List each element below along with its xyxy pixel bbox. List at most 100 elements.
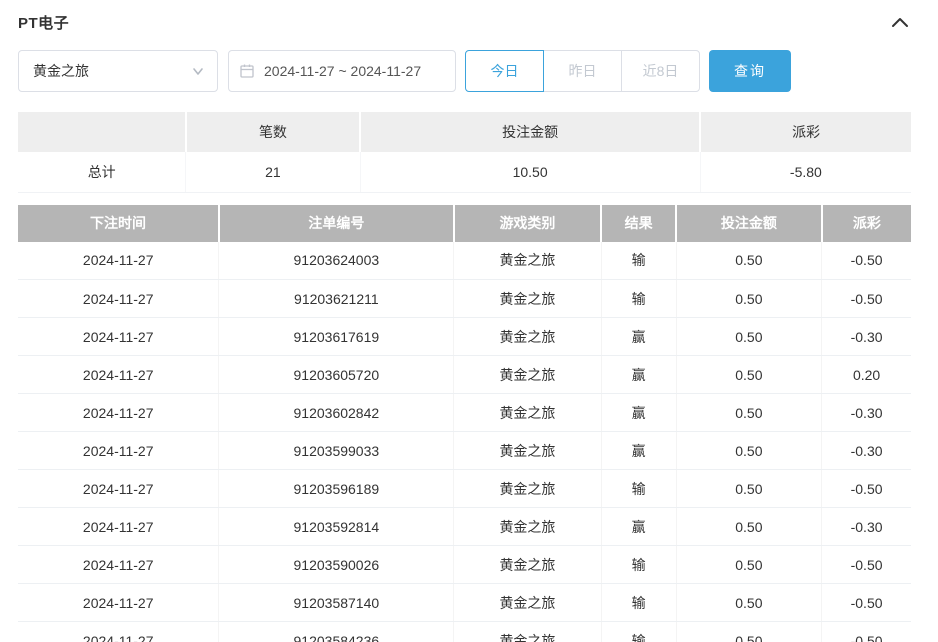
table-row: 2024-11-27 91203605720 黄金之旅赢 0.50 0.20	[18, 355, 911, 394]
table-row: 2024-11-27 91203590026 黄金之旅输 0.50 -0.50	[18, 545, 911, 584]
order-id-cell: 91203617619	[218, 317, 455, 356]
page-title: PT电子	[18, 14, 70, 32]
result-cell: 赢	[601, 355, 677, 394]
date-range-input[interactable]: 2024-11-27 ~ 2024-11-27	[228, 50, 456, 92]
game-type-cell: 黄金之旅	[453, 545, 602, 584]
summary-header-payout: 派彩	[700, 112, 911, 152]
order-id-cell: 91203605720	[218, 355, 455, 394]
bet-table-body: 2024-11-27 91203624003 黄金之旅输 0.50 -0.50 2024-…	[18, 241, 911, 642]
game-type-cell: 黄金之旅	[453, 279, 602, 318]
bet-time-cell: 2024-11-27	[18, 583, 220, 622]
game-type-cell: 黄金之旅	[453, 583, 602, 622]
table-row: 2024-11-27 91203602842 黄金之旅赢 0.50 -0.30	[18, 393, 911, 432]
result-cell: 赢	[601, 393, 677, 432]
bet-amount-cell: 0.50	[676, 507, 823, 546]
pt-electronic-panel: PT电子 黄金之旅 2024-11-27 ~ 2024-11-27 今日 昨日 …	[0, 0, 938, 642]
last-8-days-button[interactable]: 近8日	[621, 50, 700, 92]
summary-total-count: 21	[185, 152, 361, 193]
table-row: 2024-11-27 91203599033 黄金之旅赢 0.50 -0.30	[18, 431, 911, 470]
header-game-type: 游戏类别	[453, 204, 603, 242]
payout-cell: -0.30	[821, 317, 911, 356]
order-id-cell: 91203621211	[218, 279, 455, 318]
game-type-cell: 黄金之旅	[453, 241, 602, 280]
header-payout: 派彩	[821, 204, 911, 242]
bet-amount-cell: 0.50	[676, 583, 823, 622]
bet-amount-cell: 0.50	[676, 431, 823, 470]
calendar-icon	[239, 63, 255, 79]
result-cell: 输	[601, 241, 677, 280]
game-type-cell: 黄金之旅	[453, 393, 602, 432]
payout-cell: -0.50	[821, 241, 911, 280]
game-type-cell: 黄金之旅	[453, 431, 602, 470]
bet-table-header-row: 下注时间 注单编号 游戏类别 结果 投注金额 派彩	[18, 204, 911, 242]
bet-time-cell: 2024-11-27	[18, 621, 220, 642]
game-select[interactable]: 黄金之旅	[18, 50, 218, 92]
bet-time-cell: 2024-11-27	[18, 507, 220, 546]
payout-cell: -0.30	[821, 393, 911, 432]
header-result: 结果	[601, 204, 678, 242]
table-row: 2024-11-27 91203596189 黄金之旅输 0.50 -0.50	[18, 469, 911, 508]
payout-cell: -0.30	[821, 507, 911, 546]
date-range-value: 2024-11-27 ~ 2024-11-27	[264, 63, 422, 79]
table-row: 2024-11-27 91203617619 黄金之旅赢 0.50 -0.30	[18, 317, 911, 356]
bet-amount-cell: 0.50	[676, 279, 823, 318]
summary-total-label: 总计	[18, 152, 187, 193]
summary-header-row: 笔数 投注金额 派彩	[18, 112, 911, 152]
result-cell: 输	[601, 621, 677, 642]
bet-time-cell: 2024-11-27	[18, 241, 220, 280]
game-type-cell: 黄金之旅	[453, 355, 602, 394]
bet-time-cell: 2024-11-27	[18, 279, 220, 318]
order-id-cell: 91203624003	[218, 241, 455, 280]
chevron-down-icon	[191, 64, 205, 78]
bet-amount-cell: 0.50	[676, 241, 823, 280]
summary-total-row: 总计 21 10.50 -5.80	[18, 152, 911, 193]
order-id-cell: 91203584236	[218, 621, 455, 642]
summary-table: 笔数 投注金额 派彩 总计 21 10.50 -5.80	[18, 112, 911, 193]
table-row: 2024-11-27 91203592814 黄金之旅赢 0.50 -0.30	[18, 507, 911, 546]
bet-time-cell: 2024-11-27	[18, 431, 220, 470]
today-button[interactable]: 今日	[465, 50, 544, 92]
order-id-cell: 91203599033	[218, 431, 455, 470]
chevron-up-icon	[891, 16, 909, 28]
game-type-cell: 黄金之旅	[453, 507, 602, 546]
header-bet-time: 下注时间	[18, 204, 220, 242]
bet-amount-cell: 0.50	[676, 545, 823, 584]
result-cell: 输	[601, 469, 677, 508]
result-cell: 输	[601, 279, 677, 318]
result-cell: 输	[601, 545, 677, 584]
yesterday-button[interactable]: 昨日	[543, 50, 622, 92]
header-bet-amount: 投注金额	[676, 204, 823, 242]
game-select-value: 黄金之旅	[33, 63, 89, 79]
result-cell: 赢	[601, 431, 677, 470]
panel-header: PT电子	[18, 8, 911, 36]
order-id-cell: 91203596189	[218, 469, 455, 508]
order-id-cell: 91203592814	[218, 507, 455, 546]
order-id-cell: 91203587140	[218, 583, 455, 622]
bet-amount-cell: 0.50	[676, 317, 823, 356]
payout-cell: -0.30	[821, 431, 911, 470]
result-cell: 赢	[601, 507, 677, 546]
bet-time-cell: 2024-11-27	[18, 355, 220, 394]
summary-header-bet-amount: 投注金额	[360, 112, 702, 152]
payout-cell: 0.20	[821, 355, 911, 394]
payout-cell: -0.50	[821, 469, 911, 508]
summary-total-bet-amount: 10.50	[360, 152, 701, 193]
bet-amount-cell: 0.50	[676, 393, 823, 432]
table-row: 2024-11-27 91203584236 黄金之旅输 0.50 -0.50	[18, 621, 911, 642]
order-id-cell: 91203602842	[218, 393, 455, 432]
payout-cell: -0.50	[821, 621, 911, 642]
collapse-button[interactable]	[889, 14, 911, 30]
search-button[interactable]: 查询	[709, 50, 791, 92]
result-cell: 输	[601, 583, 677, 622]
payout-cell: -0.50	[821, 545, 911, 584]
quick-range-group: 今日 昨日 近8日	[465, 50, 700, 92]
bet-time-cell: 2024-11-27	[18, 545, 220, 584]
summary-header-count: 笔数	[185, 112, 362, 152]
payout-cell: -0.50	[821, 279, 911, 318]
game-type-cell: 黄金之旅	[453, 469, 602, 508]
game-type-cell: 黄金之旅	[453, 317, 602, 356]
payout-cell: -0.50	[821, 583, 911, 622]
game-type-cell: 黄金之旅	[453, 621, 602, 642]
table-row: 2024-11-27 91203587140 黄金之旅输 0.50 -0.50	[18, 583, 911, 622]
result-cell: 赢	[601, 317, 677, 356]
